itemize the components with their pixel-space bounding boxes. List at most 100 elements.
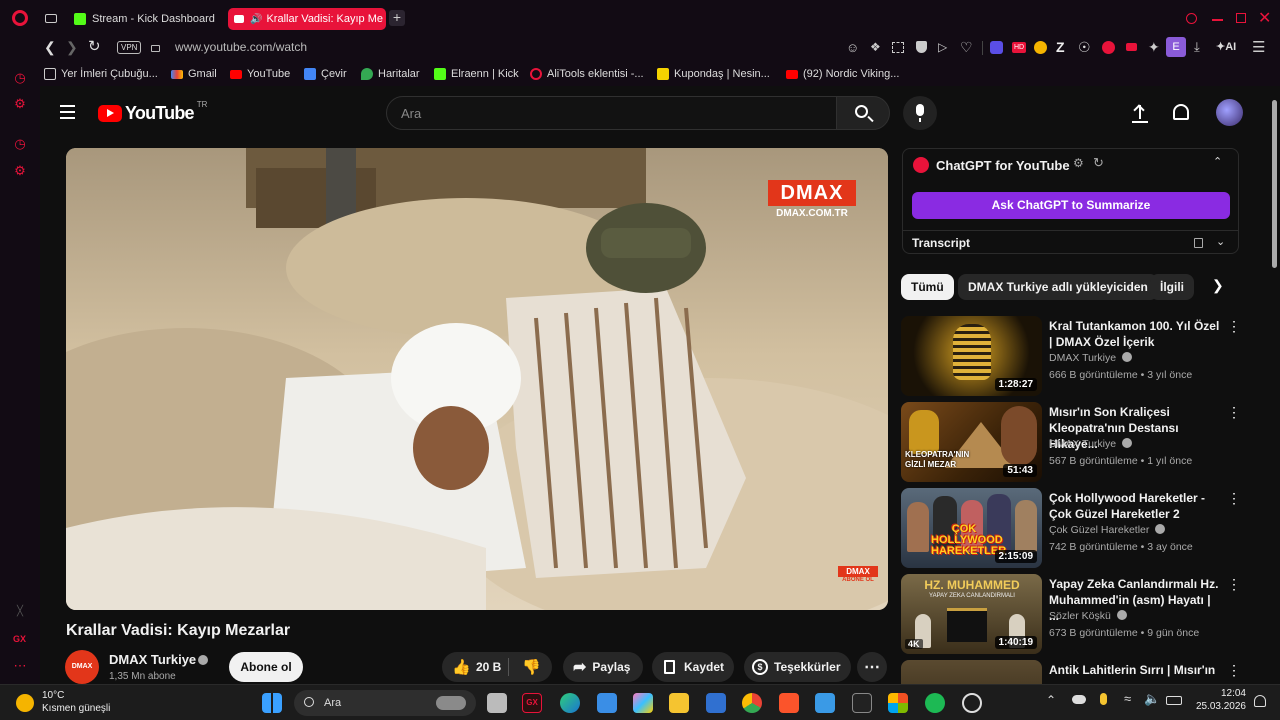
dislike-button[interactable]: 👎 xyxy=(512,652,552,682)
channel-name[interactable]: DMAX Turkiye xyxy=(109,652,196,667)
bookmark-kupondas[interactable]: Kupondaş | Nesin... xyxy=(657,67,770,81)
rec-title[interactable]: Çok Hollywood Hareketler - Çok Güzel Har… xyxy=(1049,490,1221,522)
summarize-button[interactable]: Ask ChatGPT to Summarize xyxy=(912,192,1230,219)
bookmark-haritalar[interactable]: Haritalar xyxy=(361,67,420,81)
opera-gx-taskbar-icon[interactable]: GX xyxy=(522,693,542,713)
microsoft-store-icon[interactable] xyxy=(888,693,908,713)
chip-all[interactable]: Tümü xyxy=(901,274,954,300)
video-thumbnail[interactable]: 1:28:27 xyxy=(901,316,1042,396)
list-item[interactable]: KLEOPATRA'NIN GİZLİ MEZAR 51:43 Mısır'ın… xyxy=(901,402,1241,482)
chevron-right-icon[interactable]: ❯ xyxy=(1212,277,1224,294)
camera-extension-icon[interactable] xyxy=(990,41,1003,54)
red-extension-icon[interactable] xyxy=(1126,43,1137,51)
snapshot-icon[interactable] xyxy=(892,42,904,53)
globe-extension-icon[interactable]: ☉ xyxy=(1078,39,1091,56)
bookmark-alitools[interactable]: AliTools eklentisi -... xyxy=(530,67,644,81)
rec-channel[interactable]: Çok Güzel Hareketler xyxy=(1049,524,1166,536)
puzzle-icon[interactable]: ✦ xyxy=(1148,39,1160,56)
rec-channel[interactable]: Sözler Köşkü xyxy=(1049,610,1127,622)
more-vert-icon[interactable]: ⋮ xyxy=(1227,318,1241,334)
subscribe-button[interactable]: Abone ol xyxy=(229,652,303,682)
cloud-icon[interactable] xyxy=(1072,695,1086,704)
wifi-icon[interactable]: ≈ xyxy=(1124,691,1131,706)
search-extension-icon[interactable] xyxy=(1102,41,1115,54)
more-actions-button[interactable]: ⋯ xyxy=(857,652,887,682)
epic-games-icon[interactable] xyxy=(852,693,872,713)
battery-icon[interactable] xyxy=(1166,696,1182,705)
video-thumbnail[interactable] xyxy=(901,660,1042,684)
bookmark-kick[interactable]: Elraenn | Kick xyxy=(434,67,519,81)
rec-title[interactable]: Antik Lahitlerin Sırrı | Mısır'ın xyxy=(1049,662,1221,678)
bookmark-gmail[interactable]: Gmail xyxy=(171,67,217,81)
chrome-icon[interactable] xyxy=(742,693,762,713)
hd-extension-icon[interactable]: HD xyxy=(1012,42,1026,53)
settings-icon[interactable]: ⚙ xyxy=(12,163,28,179)
menu-icon[interactable]: ☰ xyxy=(1252,38,1265,56)
opera-logo-icon[interactable] xyxy=(12,10,28,26)
taskbar-search[interactable]: Ara xyxy=(294,690,476,716)
video-thumbnail[interactable]: HZ. MUHAMMED YAPAY ZEKA CANLANDIRMALI 4K… xyxy=(901,574,1042,654)
coin-extension-icon[interactable] xyxy=(1034,41,1047,54)
heart-icon[interactable]: ♡ xyxy=(960,39,973,56)
refresh-icon[interactable]: ↻ xyxy=(1093,155,1104,171)
list-item[interactable]: 1:28:27 Kral Tutankamon 100. Yıl Özel | … xyxy=(901,316,1241,396)
share-button[interactable]: ➦ Paylaş xyxy=(563,652,643,682)
more-vert-icon[interactable]: ⋮ xyxy=(1227,404,1241,420)
new-tab-button[interactable]: + xyxy=(389,10,405,26)
z-extension-icon[interactable]: Z xyxy=(1056,39,1065,55)
transcript-label[interactable]: Transcript xyxy=(912,236,970,250)
aria-ai-button[interactable]: ✦AI xyxy=(1216,40,1236,53)
rec-channel[interactable]: DMAX Turkiye xyxy=(1049,438,1133,450)
volume-icon[interactable]: 🔈 xyxy=(1144,691,1160,707)
download-icon[interactable]: ⤓ xyxy=(1194,39,1200,55)
mic-icon[interactable] xyxy=(1100,693,1107,705)
more-vert-icon[interactable]: ⋮ xyxy=(1227,490,1241,506)
twitch-icon[interactable]: ⚙ xyxy=(12,96,28,112)
search-input[interactable]: Ara xyxy=(386,96,838,130)
save-button[interactable]: Kaydet xyxy=(652,652,734,682)
more-vert-icon[interactable]: ⋮ xyxy=(1227,576,1241,592)
bookmark-folder[interactable]: Yer İmleri Çubuğu... xyxy=(44,67,158,81)
search-tabs-icon[interactable] xyxy=(1186,13,1197,24)
notification-icon[interactable] xyxy=(1254,695,1266,707)
chip-related[interactable]: İlgili xyxy=(1150,274,1194,300)
rec-title[interactable]: Kral Tutankamon 100. Yıl Özel | DMAX Öze… xyxy=(1049,318,1221,350)
collapse-icon[interactable]: ⌃ xyxy=(1213,155,1222,168)
gx-label[interactable]: GX xyxy=(13,634,26,644)
like-button[interactable]: 👍 20 B xyxy=(442,652,506,682)
channel-avatar[interactable]: DMAX xyxy=(65,650,99,684)
more-icon[interactable]: ⋯ xyxy=(12,658,28,674)
video-player[interactable]: DMAX DMAX.COM.TR DMAX ABONE OL xyxy=(66,148,888,610)
reload-icon[interactable]: ↻ xyxy=(88,37,101,55)
back-icon[interactable]: ❮ xyxy=(44,39,56,56)
edge-icon[interactable] xyxy=(560,693,580,713)
forward-icon[interactable]: ❯ xyxy=(66,39,78,56)
bookmark-youtube[interactable]: YouTube xyxy=(230,67,290,81)
settings-icon[interactable]: ⚙ xyxy=(1073,156,1084,170)
shield-icon[interactable] xyxy=(916,41,927,53)
youtube-logo[interactable]: YouTube TR xyxy=(98,100,207,123)
list-item[interactable]: Antik Lahitlerin Sırrı | Mısır'ın ⋮ xyxy=(901,660,1241,684)
scrollbar-thumb[interactable] xyxy=(1272,100,1277,268)
maximize-icon[interactable] xyxy=(1236,13,1246,23)
video-thumbnail[interactable]: ÇOK HOLLYWOOD HAREKETLER 2:15:09 xyxy=(901,488,1042,568)
tab-youtube-video[interactable]: 🔊 Krallar Vadisi: Kayıp Me xyxy=(228,8,386,30)
pin-icon[interactable]: ❖ xyxy=(870,40,881,54)
weather-widget[interactable]: 10°C Kısmen güneşli xyxy=(16,689,126,717)
tab-kick-dashboard[interactable]: Stream - Kick Dashboard xyxy=(74,8,224,30)
emoji-icon[interactable]: ☺ xyxy=(846,40,859,55)
notifications-bell-icon[interactable] xyxy=(1173,104,1189,120)
list-item[interactable]: HZ. MUHAMMED YAPAY ZEKA CANLANDIRMALI 4K… xyxy=(901,574,1241,654)
mail-icon[interactable] xyxy=(706,693,726,713)
play-icon[interactable]: ▷ xyxy=(938,40,947,54)
voice-search-button[interactable] xyxy=(903,96,937,130)
chevron-up-icon[interactable]: ⌃ xyxy=(1046,693,1056,707)
notepad-icon[interactable] xyxy=(597,693,617,713)
bookmark-nordic-viking[interactable]: (92) Nordic Viking... xyxy=(786,67,899,81)
close-icon[interactable]: ✕ xyxy=(1258,8,1271,28)
file-explorer-icon[interactable] xyxy=(669,693,689,713)
copilot-icon[interactable] xyxy=(633,693,653,713)
spotify-icon[interactable] xyxy=(925,693,945,713)
vpn-badge[interactable]: VPN xyxy=(117,41,142,54)
thanks-button[interactable]: $ Teşekkürler xyxy=(744,652,851,682)
